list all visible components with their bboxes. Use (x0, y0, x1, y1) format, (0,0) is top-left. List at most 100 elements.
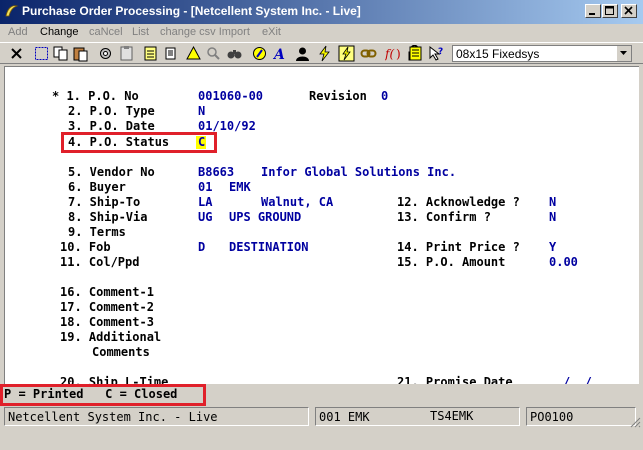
minimize-button[interactable] (585, 4, 601, 18)
vendor-name: Infor Global Solutions Inc. (261, 165, 457, 179)
ship-to-name: Walnut, CA (261, 195, 334, 209)
svg-text:f(: f( (385, 47, 394, 61)
close-tool-button[interactable] (8, 45, 25, 62)
menu-list[interactable]: List (132, 26, 149, 38)
comment1-label: 16. Comment-1 (60, 285, 154, 299)
calendar-icon (144, 46, 157, 61)
vendor-no-label: 5. Vendor No (68, 165, 155, 179)
search-icon (207, 47, 220, 60)
vendor-no-value[interactable]: B8663 (198, 165, 234, 180)
calendar-tool-button[interactable] (142, 45, 159, 62)
print-price-label: 14. Print Price ? (397, 240, 520, 254)
paste-tool-button[interactable] (72, 45, 89, 62)
status-program-text: PO0100 (530, 410, 574, 424)
select-tool-button[interactable] (33, 45, 50, 62)
menu-add[interactable]: Add (8, 26, 28, 38)
revision-label: Revision (309, 89, 367, 103)
select-icon (35, 47, 48, 60)
po-status-label: 4. P.O. Status (68, 135, 170, 149)
po-amount-value: 0.00 (549, 255, 578, 269)
notes-tool-button[interactable] (407, 45, 424, 62)
fob-code[interactable]: D (198, 240, 205, 255)
svg-text:?: ? (438, 47, 443, 57)
col-ppd-label: 11. Col/Ppd (60, 255, 140, 269)
main-window: Purchase Order Processing - [Netcellent … (0, 0, 643, 430)
window-title: Purchase Order Processing - [Netcellent … (22, 4, 361, 18)
menu-exit[interactable]: eXit (262, 26, 281, 38)
copy-icon (53, 46, 68, 61)
context-help-tool-button[interactable]: ? (428, 45, 445, 62)
confirm-label: 13. Confirm ? (397, 210, 491, 224)
search-tool-button[interactable] (205, 45, 222, 62)
buyer-name: EMK (229, 180, 251, 194)
revision-value[interactable]: 0 (381, 89, 388, 104)
menu-bar: Add Change caNcel List change csv Import… (0, 24, 643, 42)
promise-date-value[interactable]: / / (563, 375, 592, 384)
settings-icon (100, 48, 111, 59)
close-button[interactable] (621, 4, 637, 18)
lightning-tool-button[interactable] (316, 45, 333, 62)
function-icon: f() (385, 47, 401, 61)
close-icon (624, 6, 633, 15)
buyer-code[interactable]: 01 (198, 180, 212, 195)
clipboard-tool-button[interactable] (118, 45, 135, 62)
confirm-value[interactable]: N (549, 210, 556, 225)
context-help-icon: ? (429, 45, 443, 61)
help-tool-button[interactable] (251, 45, 268, 62)
buyer-label: 6. Buyer (68, 180, 126, 194)
maximize-button[interactable] (602, 4, 618, 18)
menu-change[interactable]: Change (40, 26, 79, 38)
po-status-value[interactable]: C (198, 135, 205, 150)
status-company-text: Netcellent System Inc. - Live (8, 410, 218, 424)
font-select-dropdown[interactable] (616, 46, 631, 61)
ship-via-code[interactable]: UG (198, 210, 212, 225)
font-select[interactable]: 08x15 Fixedsys (452, 45, 632, 62)
po-type-value[interactable]: N (198, 104, 205, 119)
find-tool-button[interactable] (226, 45, 243, 62)
comment3-label: 18. Comment-3 (60, 315, 154, 329)
po-no-value[interactable]: 001060-00 (198, 89, 263, 104)
po-type-label: 2. P.O. Type (68, 104, 155, 118)
fob-name: DESTINATION (229, 240, 309, 254)
lightning-alt-icon (338, 45, 355, 62)
toolbar: A f() ? 08x15 Fixedsys (0, 42, 643, 64)
menu-cancel[interactable]: caNcel (89, 26, 123, 38)
svg-text:): ) (396, 47, 401, 61)
terms-label: 9. Terms (68, 225, 126, 239)
menu-csv-import[interactable]: change csv Import (160, 26, 250, 38)
resize-grip-icon[interactable] (629, 416, 641, 428)
acknowledge-value[interactable]: N (549, 195, 556, 210)
ship-l-time-label: 20. Ship L-Time (60, 375, 169, 384)
terminal-screen: * 1. P.O. No 001060-00 Revision 0 2. P.O… (4, 66, 639, 384)
link-icon (360, 49, 377, 58)
clipboard-icon (120, 46, 133, 61)
additional-comments-label: 19. Additional (60, 330, 162, 344)
comments-label: Comments (92, 345, 150, 359)
close-icon (11, 48, 22, 59)
settings-tool-button[interactable] (97, 45, 114, 62)
function-tool-button[interactable]: f() (385, 45, 402, 62)
lightning-alt-tool-button[interactable] (338, 45, 355, 62)
font-icon: A (272, 47, 285, 62)
print-price-value[interactable]: Y (549, 240, 556, 255)
status-bar: Netcellent System Inc. - Live 001 EMK TS… (0, 404, 643, 430)
ship-to-code[interactable]: LA (198, 195, 212, 210)
fob-label: 10. Fob (60, 240, 111, 254)
ship-via-name: UPS GROUND (229, 210, 302, 224)
link-tool-button[interactable] (360, 45, 377, 62)
user-tool-button[interactable] (294, 45, 311, 62)
tag-tool-button[interactable] (162, 45, 179, 62)
ship-via-label: 8. Ship-Via (68, 210, 148, 224)
help-line-highlight (0, 384, 206, 406)
chevron-down-icon (620, 51, 627, 55)
font-tool-button[interactable]: A (271, 45, 288, 62)
acknowledge-label: 12. Acknowledge ? (397, 195, 520, 209)
comment2-label: 17. Comment-2 (60, 300, 154, 314)
title-bar[interactable]: Purchase Order Processing - [Netcellent … (0, 0, 643, 24)
tag-icon (165, 47, 176, 60)
alert-tool-button[interactable] (185, 45, 202, 62)
promise-date-label: 21. Promise Date (397, 375, 513, 384)
user-icon (296, 47, 309, 61)
status-program: PO0100 (526, 407, 636, 426)
copy-tool-button[interactable] (52, 45, 69, 62)
